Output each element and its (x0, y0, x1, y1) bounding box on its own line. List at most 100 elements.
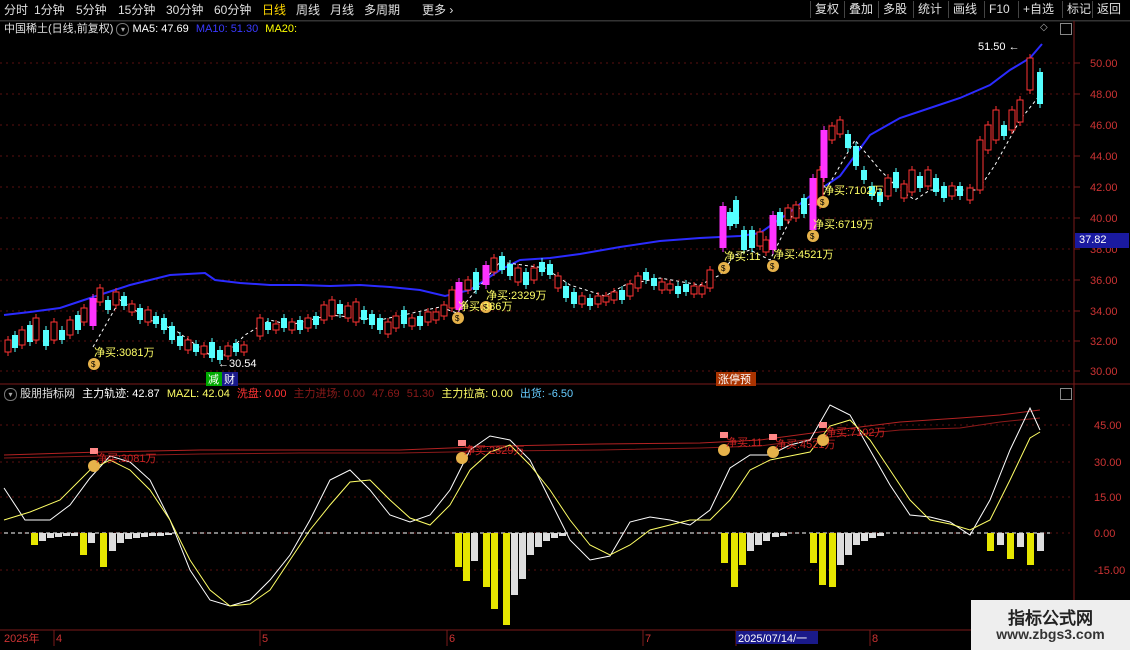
candle-body (361, 310, 367, 320)
candle-body (966, 187, 974, 201)
candle-body (749, 230, 755, 248)
candle-body (27, 325, 33, 342)
candle-body (464, 279, 472, 291)
candle-body (933, 178, 939, 192)
histogram-bar (31, 533, 38, 545)
candle-body (384, 321, 392, 335)
candle-body (369, 314, 375, 325)
histogram-bar (780, 533, 787, 536)
candle-body (594, 295, 602, 305)
candle-body (304, 317, 312, 329)
histogram-bar (877, 533, 884, 536)
candle-body (473, 272, 479, 290)
candle-body (233, 343, 239, 352)
net-buy-label: 净买:386万 (458, 299, 512, 313)
candle-body (571, 292, 577, 304)
candle-body (507, 264, 513, 276)
price-tick: 34.00 (1090, 306, 1118, 318)
candle-body (924, 169, 932, 187)
histogram-bar (503, 533, 510, 625)
candle-body (352, 301, 360, 323)
histogram-bar (543, 533, 550, 541)
event-marker-label: 减 (208, 373, 219, 386)
price-tick: 50.00 (1090, 58, 1118, 70)
histogram-bar (109, 533, 116, 551)
histogram-bar (149, 533, 156, 536)
candle-body (547, 264, 553, 275)
candle-body (408, 317, 416, 327)
candle-body (265, 322, 271, 330)
candle-body (900, 183, 908, 199)
histogram-bar (810, 533, 817, 563)
histogram-bar (141, 533, 148, 537)
histogram-bar (1017, 533, 1024, 547)
price-tick: 44.00 (1090, 151, 1118, 163)
histogram-bar (125, 533, 132, 539)
candle-body (377, 318, 383, 330)
money-bag-symbol: $ (770, 262, 775, 271)
histogram-bar (491, 533, 498, 609)
candle-body (992, 109, 1000, 141)
time-axis-label: 8 (872, 633, 878, 645)
histogram-bar (987, 533, 994, 551)
indicator-net-buy-label: 净买:3081万 (96, 451, 157, 465)
candle-body (777, 212, 783, 226)
histogram-bar (829, 533, 836, 587)
histogram-bar (88, 533, 95, 543)
candle-body (177, 336, 183, 346)
candle-body (610, 291, 618, 301)
candle-body (957, 186, 963, 196)
histogram-bar (80, 533, 87, 555)
candle-body (32, 317, 40, 341)
candle-body (861, 170, 867, 180)
candle-body (514, 267, 522, 283)
indicator-tick: 0.00 (1094, 528, 1115, 540)
candle-body (976, 139, 984, 191)
candle-body (281, 318, 287, 328)
histogram-bar (1027, 533, 1034, 565)
candle-body (941, 186, 947, 198)
histogram-bar (763, 533, 770, 541)
money-bag-symbol: $ (721, 264, 726, 273)
candle-body (256, 317, 264, 337)
candle-body (683, 284, 689, 292)
current-price-tag: 37.82 (1075, 233, 1129, 248)
candle-body (908, 169, 916, 193)
watermark-line2: www.zbgs3.com (996, 626, 1105, 642)
indicator-tick: 45.00 (1094, 420, 1122, 432)
histogram-bar (819, 533, 826, 585)
candle-body (792, 204, 800, 219)
candle-body (884, 177, 892, 197)
candle-body (96, 287, 104, 303)
candle-body (554, 275, 562, 289)
candle-body (105, 300, 111, 310)
price-tick: 42.00 (1090, 182, 1118, 194)
event-marker-label: 财 (224, 372, 235, 386)
candle-body (209, 342, 215, 358)
candle-body (43, 330, 49, 346)
candle-body (128, 303, 136, 313)
candle-body (401, 310, 407, 324)
candle-body (184, 339, 192, 351)
histogram-bar (455, 533, 462, 567)
candle-body (784, 207, 792, 221)
candle-body (769, 215, 777, 250)
candle-body (344, 305, 352, 319)
histogram-bar (739, 533, 746, 565)
candle-body (200, 345, 208, 355)
histogram-bar (165, 533, 172, 535)
candle-body (587, 298, 593, 306)
candle-body (634, 275, 642, 289)
candle-body (698, 285, 706, 295)
net-buy-label: 净买:6719万 (813, 217, 874, 231)
money-bag-symbol: $ (810, 232, 815, 241)
histogram-bar (721, 533, 728, 563)
money-bag-symbol: $ (455, 314, 460, 323)
candle-body (50, 321, 58, 341)
kline-chart[interactable]: $净买:3081万$净买:2329万$净买:386万$净买:11$净买:4521… (0, 0, 1130, 650)
histogram-bar (1037, 533, 1044, 551)
histogram-bar (133, 533, 140, 538)
indicator-tick: -15.00 (1094, 565, 1125, 577)
candle-body (733, 200, 739, 224)
histogram-bar (63, 533, 70, 536)
